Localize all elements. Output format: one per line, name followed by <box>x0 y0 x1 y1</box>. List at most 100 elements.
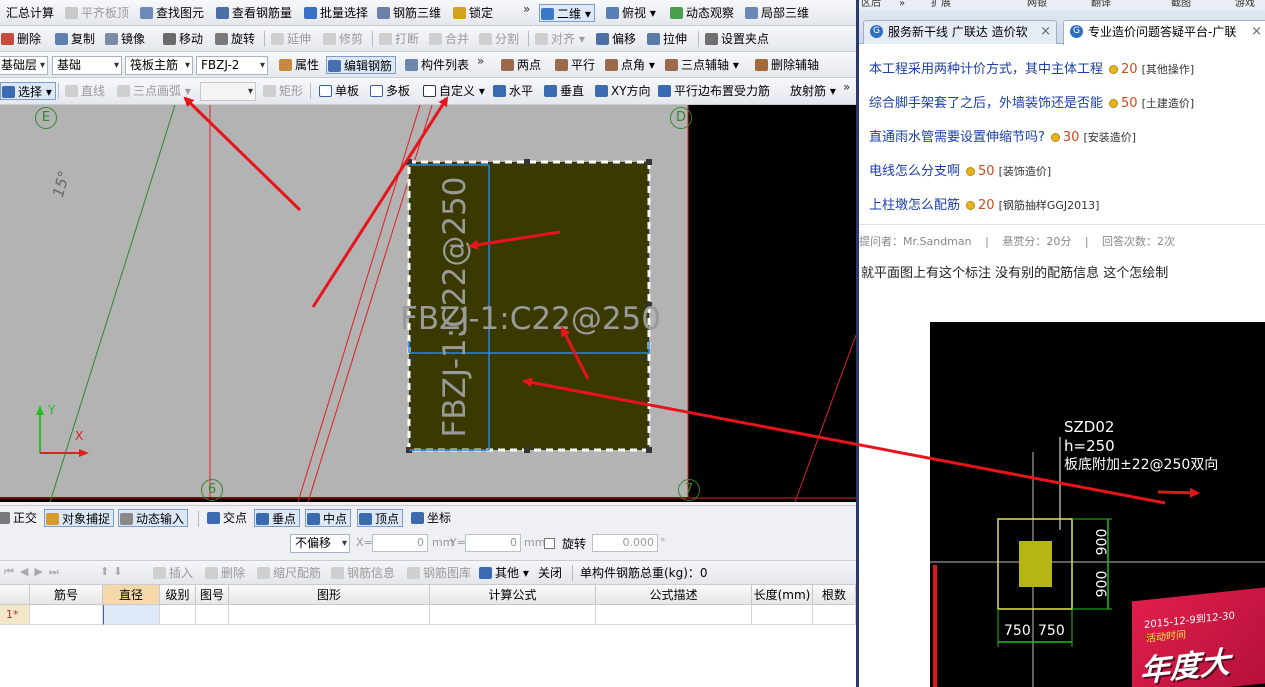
properties-button[interactable]: 属性 <box>278 56 319 74</box>
edit-rebar-button[interactable]: 编辑钢筋 <box>326 56 397 74</box>
top-fragment-2[interactable]: 扩展 <box>931 0 951 9</box>
col-figure-no[interactable]: 图号 <box>196 585 229 605</box>
col-bar-no[interactable]: 筋号 <box>30 585 103 605</box>
cell-length[interactable] <box>752 605 813 625</box>
top-fragment-4[interactable]: 翻译 <box>1091 0 1111 9</box>
parallel-edge-rebar-button[interactable]: 平行边布置受力筋 <box>657 82 770 100</box>
top-fragment-3[interactable]: 网银 <box>1027 0 1047 9</box>
y-input[interactable]: 0 <box>465 534 521 552</box>
copy-button[interactable]: 复制 <box>54 30 95 48</box>
horizontal-button[interactable]: 水平 <box>492 82 533 100</box>
cell-count[interactable] <box>813 605 856 625</box>
custom-dropdown[interactable]: 自定义 ▾ <box>422 82 485 100</box>
floor-select[interactable]: 基础 <box>52 56 122 75</box>
top-fragment-6[interactable]: 游戏 <box>1235 0 1255 9</box>
intersection-snap[interactable]: 交点 <box>206 509 247 527</box>
other-dropdown[interactable]: 其他 ▾ <box>478 564 529 582</box>
question-link[interactable]: 直通雨水管需要设置伸缩节吗? <box>869 130 1045 145</box>
rebar-label-vertical[interactable]: FBZJ-1:C22@250 <box>437 177 473 438</box>
ortho-toggle[interactable]: 正交 <box>0 509 37 527</box>
type-select[interactable]: 筏板主筋 <box>125 56 193 75</box>
perpendicular-snap[interactable]: 垂点 <box>254 509 301 527</box>
mirror-button[interactable]: 镜像 <box>104 30 145 48</box>
xy-direction-button[interactable]: XY方向 <box>594 82 651 100</box>
close-icon[interactable]: × <box>1040 21 1051 43</box>
view-2d-dropdown[interactable]: 二维 ▾ <box>539 4 595 22</box>
toolbar1-overflow-chevron[interactable]: » <box>523 2 530 16</box>
close-icon[interactable]: × <box>1251 21 1262 43</box>
merge-button[interactable]: 合并 <box>428 30 469 48</box>
x-input[interactable]: 0 <box>372 534 428 552</box>
delete-row-button[interactable]: 删除 <box>204 564 245 582</box>
name-select[interactable]: FBZJ-2 <box>196 56 268 75</box>
grip-handle-bm[interactable] <box>524 447 530 453</box>
cell-figure-no[interactable] <box>196 605 229 625</box>
question-link[interactable]: 电线怎么分支啊 <box>869 164 960 179</box>
grip-handle-br[interactable] <box>646 447 652 453</box>
multi-slab-button[interactable]: 多板 <box>369 82 410 100</box>
col-formula[interactable]: 计算公式 <box>430 585 596 605</box>
insert-row-button[interactable]: 插入 <box>152 564 193 582</box>
line-button[interactable]: 直线 <box>64 82 105 100</box>
batch-select-button[interactable]: 批量选择 <box>303 4 368 22</box>
cell-bar-no[interactable] <box>30 605 103 625</box>
dynamic-input-toggle[interactable]: 动态输入 <box>118 509 189 527</box>
split-button[interactable]: 分割 <box>478 30 519 48</box>
summary-calc-button[interactable]: 汇总计算 <box>6 4 54 22</box>
cell-formula[interactable] <box>430 605 596 625</box>
lock-button[interactable]: 锁定 <box>452 4 493 22</box>
cell-formula-desc[interactable] <box>596 605 752 625</box>
rotate-checkbox[interactable] <box>544 538 555 549</box>
rotate-button[interactable]: 旋转 <box>214 30 255 48</box>
delete-button[interactable]: 删除 <box>0 30 41 48</box>
question-link[interactable]: 综合脚手架套了之后，外墙装饰还是否能 <box>869 96 1103 111</box>
radial-rebar-dropdown[interactable]: 放射筋 ▾ <box>790 82 836 100</box>
cell-shape[interactable] <box>229 605 430 625</box>
rectangle-button[interactable]: 矩形 <box>262 82 303 100</box>
stretch-button[interactable]: 拉伸 <box>646 30 687 48</box>
three-point-axis-dropdown[interactable]: 三点辅轴 ▾ <box>664 56 739 74</box>
grip-handle-tm[interactable] <box>524 159 530 165</box>
top-fragment-1[interactable]: » <box>899 0 905 9</box>
view-rebar-qty-button[interactable]: 查看钢筋量 <box>215 4 292 22</box>
rebar-library-button[interactable]: 钢筋图库 <box>406 564 471 582</box>
promo-banner[interactable]: 2015-12-9到12-30 活动时间 年度大 <box>1132 586 1265 687</box>
extend-button[interactable]: 延伸 <box>270 30 311 48</box>
vertex-snap[interactable]: 顶点 <box>357 509 404 527</box>
top-fragment-5[interactable]: 截图 <box>1171 0 1191 9</box>
layer-select[interactable]: 基础层 <box>0 56 48 75</box>
component-list-button[interactable]: 构件列表 <box>404 56 469 74</box>
col-diameter[interactable]: 直径(mm) <box>103 585 160 622</box>
trim-button[interactable]: 修剪 <box>322 30 363 48</box>
object-snap-toggle[interactable]: 对象捕捉 <box>44 509 115 527</box>
break-button[interactable]: 打断 <box>378 30 419 48</box>
question-link[interactable]: 本工程采用两种计价方式，其中主体工程 <box>869 62 1103 77</box>
toolbar4-overflow-chevron[interactable]: » <box>843 80 850 94</box>
grip-handle-tr[interactable] <box>646 159 652 165</box>
question-link[interactable]: 上柱墩怎么配筋 <box>869 198 960 213</box>
col-count[interactable]: 根数 <box>813 585 856 605</box>
tab-service[interactable]: G 服务新干线 广联达 造价软 × <box>863 20 1057 44</box>
top-view-dropdown[interactable]: 俯视 ▾ <box>605 4 656 22</box>
rotate-input[interactable]: 0.000 <box>592 534 658 552</box>
dynamic-observe-button[interactable]: 动态观察 <box>669 4 734 22</box>
tab-qa-platform[interactable]: G 专业造价问题答疑平台-广联 × <box>1063 20 1265 45</box>
point-angle-dropdown[interactable]: 点角 ▾ <box>604 56 655 74</box>
offset-button[interactable]: 偏移 <box>595 30 636 48</box>
align-dropdown[interactable]: 对齐 ▾ <box>534 30 585 48</box>
record-nav-icons[interactable]: ⏮◀▶⏭ <box>4 565 65 579</box>
top-fragment-0[interactable]: 区后 <box>861 0 881 9</box>
col-length[interactable]: 长度(mm) <box>752 585 813 605</box>
drawing-canvas[interactable]: E D 6 7 15° Y X FBZJ-1:C22@250 FBZJ-1:C2… <box>0 105 856 502</box>
row-1-header[interactable]: 1* <box>0 605 30 625</box>
rebar-info-button[interactable]: 钢筋信息 <box>330 564 395 582</box>
set-grip-button[interactable]: 设置夹点 <box>704 30 769 48</box>
single-slab-button[interactable]: 单板 <box>318 82 359 100</box>
find-element-button[interactable]: 查找图元 <box>139 4 204 22</box>
rebar-3d-button[interactable]: 钢筋三维 <box>376 4 441 22</box>
col-shape[interactable]: 图形 <box>229 585 430 605</box>
flush-slab-top-button[interactable]: 平齐板顶 <box>64 4 129 22</box>
arc-option-select[interactable] <box>200 82 256 101</box>
delete-axis-button[interactable]: 删除辅轴 <box>754 56 819 74</box>
move-button[interactable]: 移动 <box>162 30 203 48</box>
